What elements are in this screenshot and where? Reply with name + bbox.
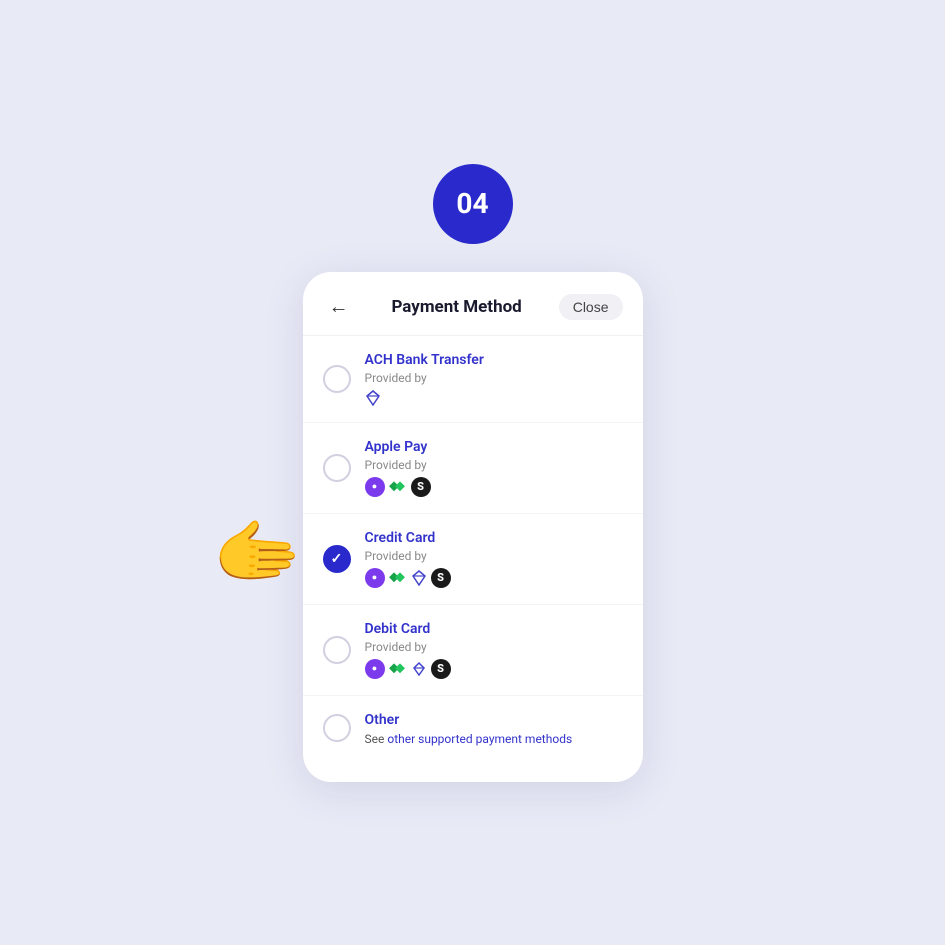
check-icon: ✓ xyxy=(331,551,343,567)
phone-header: ← Payment Method Close xyxy=(303,272,643,336)
payment-info-ach: ACH Bank Transfer Provided by xyxy=(365,352,623,406)
other-description: See other supported payment methods xyxy=(365,732,623,746)
debit-card-name: Debit Card xyxy=(365,621,623,637)
credit-card-provider-label: Provided by xyxy=(365,549,623,563)
ach-diamond-icon xyxy=(365,390,381,406)
stripe-icon-1: S xyxy=(411,477,431,497)
radio-debit-card xyxy=(323,636,351,664)
radio-credit-card: ✓ xyxy=(323,545,351,573)
other-link[interactable]: other supported payment methods xyxy=(387,732,572,746)
purple-dot-icon-3: ● xyxy=(365,659,385,679)
other-name: Other xyxy=(365,712,623,728)
radio-ach xyxy=(323,365,351,393)
back-button[interactable]: ← xyxy=(323,294,355,321)
payment-info-apple-pay: Apple Pay Provided by ● S xyxy=(365,439,623,497)
phone-card: ← Payment Method Close ACH Bank Transfer… xyxy=(303,272,643,782)
payment-info-other: Other See other supported payment method… xyxy=(365,712,623,746)
green-diamond-icon-3 xyxy=(389,660,407,678)
page-title: Payment Method xyxy=(391,297,521,317)
debit-card-icons: ● S xyxy=(365,659,623,679)
payment-item-apple-pay[interactable]: Apple Pay Provided by ● S xyxy=(303,423,643,514)
purple-dot-icon-1: ● xyxy=(365,477,385,497)
apple-pay-provider-label: Provided by xyxy=(365,458,623,472)
green-diamond-icon-2 xyxy=(389,569,407,587)
purple-dot-icon-2: ● xyxy=(365,568,385,588)
payment-item-ach[interactable]: ACH Bank Transfer Provided by xyxy=(303,336,643,423)
radio-apple-pay xyxy=(323,454,351,482)
green-diamond-icon-1 xyxy=(389,478,407,496)
stripe-icon-3: S xyxy=(431,659,451,679)
payment-list: ACH Bank Transfer Provided by xyxy=(303,336,643,762)
diamond-icon-2 xyxy=(411,570,427,586)
payment-item-other[interactable]: Other See other supported payment method… xyxy=(303,696,643,762)
payment-item-debit-card[interactable]: Debit Card Provided by ● xyxy=(303,605,643,696)
credit-card-icons: ● S xyxy=(365,568,623,588)
credit-card-name: Credit Card xyxy=(365,530,623,546)
debit-card-provider-label: Provided by xyxy=(365,640,623,654)
hand-decoration: 🫱 xyxy=(213,510,303,595)
ach-icons xyxy=(365,390,623,406)
stripe-icon-2: S xyxy=(431,568,451,588)
apple-pay-icons: ● S xyxy=(365,477,623,497)
apple-pay-name: Apple Pay xyxy=(365,439,623,455)
ach-name: ACH Bank Transfer xyxy=(365,352,623,368)
payment-info-debit-card: Debit Card Provided by ● xyxy=(365,621,623,679)
ach-provider-label: Provided by xyxy=(365,371,623,385)
payment-info-credit-card: Credit Card Provided by ● xyxy=(365,530,623,588)
payment-item-credit-card[interactable]: ✓ Credit Card Provided by ● xyxy=(303,514,643,605)
diamond-icon-3 xyxy=(411,661,427,677)
radio-other xyxy=(323,714,351,742)
step-badge: 04 xyxy=(433,164,513,244)
close-button[interactable]: Close xyxy=(559,294,623,320)
